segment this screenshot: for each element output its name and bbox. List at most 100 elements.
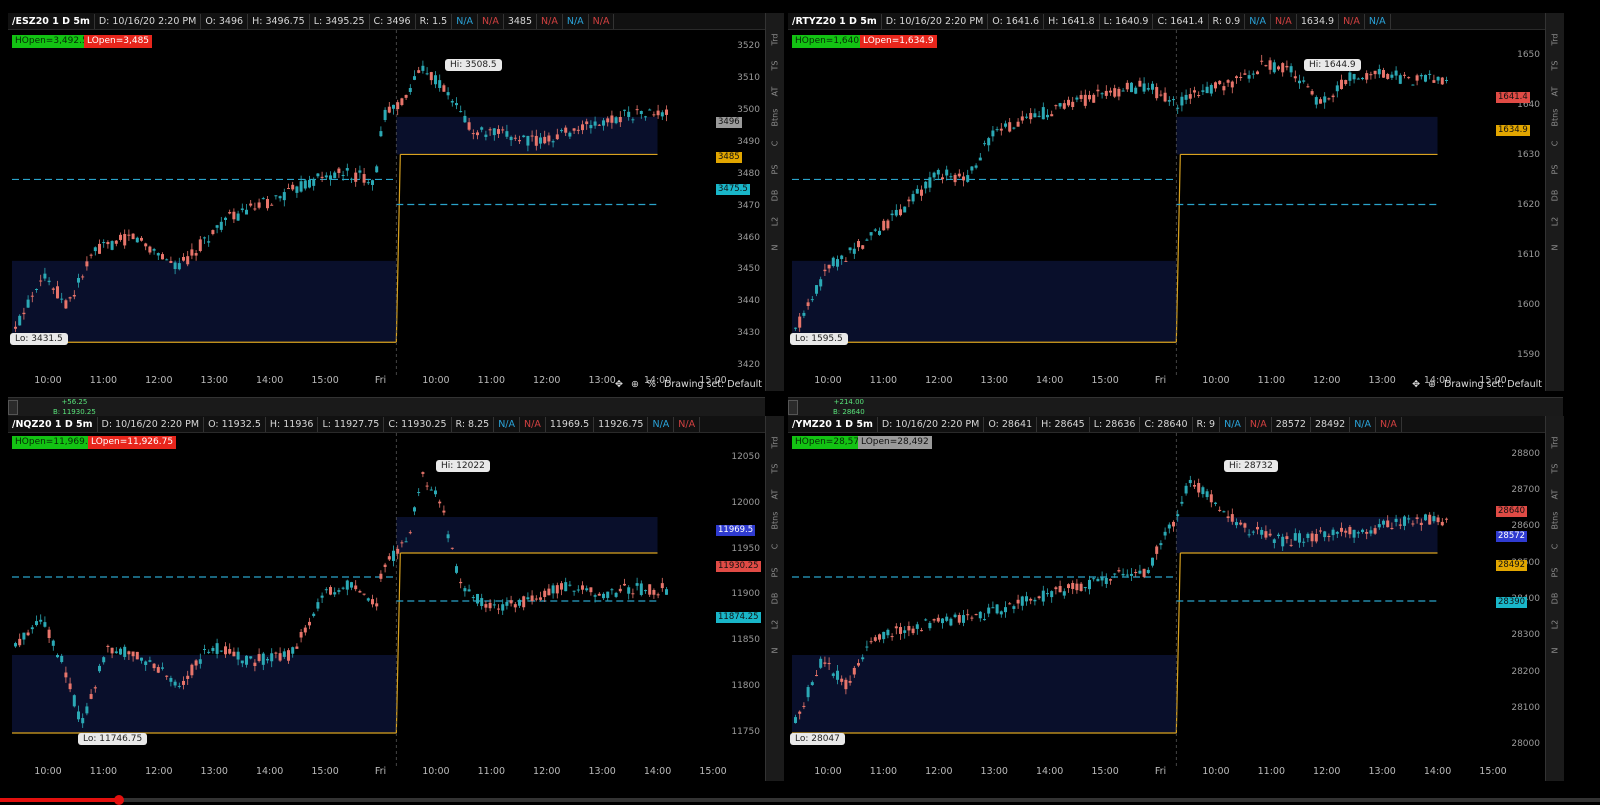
candle-body [463,588,467,592]
side-tab-db[interactable]: DB [1551,187,1560,205]
side-tab-n[interactable]: N [771,642,780,660]
side-tab-btns[interactable]: Btns [771,109,780,127]
candle-body [602,593,605,599]
side-tab-at[interactable]: AT [771,83,780,101]
zoom-icon[interactable]: ⊕ [1428,379,1436,390]
price-chart[interactable] [788,433,1496,766]
candle-body [308,621,311,626]
candle-body [320,595,324,598]
side-tab-l2[interactable]: L2 [771,213,780,231]
info-field: N/A [452,13,479,29]
side-tab-at[interactable]: AT [771,486,780,504]
side-tab-btns[interactable]: Btns [1551,512,1560,530]
side-tab-at[interactable]: AT [1551,486,1560,504]
candle-body [597,124,601,126]
time-tick-label: 12:00 [145,375,173,386]
side-tab-c[interactable]: C [1551,135,1560,153]
price-chart[interactable] [8,433,716,766]
drawing-set-label[interactable]: Drawing set: Default [664,379,762,390]
time-tick-label: 10:00 [1202,375,1230,386]
candle-body [585,121,589,125]
time-tick-label: 14:00 [643,766,672,777]
side-tab-ps[interactable]: PS [1551,564,1560,582]
side-tab-ts[interactable]: TS [1551,460,1560,478]
side-tab-ts[interactable]: TS [1551,57,1560,75]
side-tab-trd[interactable]: Trd [1551,31,1560,49]
side-tab-ts[interactable]: TS [771,460,780,478]
candle-body [983,143,986,145]
side-tab-c[interactable]: C [1551,538,1560,556]
symbol-selector[interactable] [788,399,798,415]
info-field: N/A [478,13,504,29]
candle-body [396,102,400,110]
info-field[interactable]: /ESZ20 1 D 5m [8,13,95,29]
pan-icon[interactable]: ✥ [1412,379,1420,390]
candle-body [823,662,827,664]
side-tab-trd[interactable]: Trd [771,31,780,49]
info-field: C: 28640 [1140,416,1193,432]
candle-body [810,299,814,301]
side-tab-ps[interactable]: PS [771,564,780,582]
side-tab-db[interactable]: DB [771,187,780,205]
symbol-selector[interactable] [8,399,18,415]
candle-body [261,653,265,665]
side-tab-db[interactable]: DB [771,590,780,608]
candle-body [64,672,68,678]
zoom-icon[interactable]: ⊕ [631,379,639,390]
candle-body [848,247,852,251]
candle-body [665,109,668,115]
side-tab-db[interactable]: DB [1551,590,1560,608]
info-field[interactable]: /NQZ20 1 D 5m [8,416,98,432]
price-chart[interactable] [788,30,1496,375]
candle-body [656,594,660,596]
side-tab-c[interactable]: C [771,135,780,153]
candle-body [1172,521,1175,527]
info-field[interactable]: /YMZ20 1 D 5m [788,416,878,432]
side-tab-n[interactable]: N [771,239,780,257]
candle-body [1428,514,1432,525]
drawing-set-label[interactable]: Drawing set: Default [1444,379,1542,390]
progress-bar[interactable] [0,795,1600,805]
side-tab-ps[interactable]: PS [771,161,780,179]
side-tab-btns[interactable]: Btns [1551,109,1560,127]
pan-icon[interactable]: ✥ [615,379,623,390]
candle-body [1230,81,1234,88]
side-tab-trd[interactable]: Trd [1551,434,1560,452]
side-tab-n[interactable]: N [1551,642,1560,660]
candle-body [93,687,97,689]
candle-body [194,253,198,256]
chart-toolbar-ym: +214.00 B: 28640 [788,397,1563,417]
progress-handle[interactable] [114,795,124,805]
side-tab-c[interactable]: C [771,538,780,556]
side-tab-l2[interactable]: L2 [1551,213,1560,231]
candle-body [635,583,639,586]
time-tick-label: 14:00 [1035,766,1064,777]
candle-body [102,657,106,663]
time-axis: 10:00 11:00 12:00 13:00 14:00 15:00 Fri 10:00 11… [8,766,726,780]
candle-body [941,618,944,624]
side-tab-n[interactable]: N [1551,239,1560,257]
candle-body [341,587,345,589]
side-tab-ts[interactable]: TS [771,57,780,75]
candle-body [245,209,248,215]
side-tab-at[interactable]: AT [1551,83,1560,101]
candle-body [894,209,898,216]
candle-body [366,182,370,184]
candle-body [949,176,953,178]
side-tab-ps[interactable]: PS [1551,161,1560,179]
change-value: +214.00 [833,397,864,406]
candle-body [30,295,34,297]
side-tab-trd[interactable]: Trd [771,434,780,452]
candle-body [1037,115,1041,117]
candle-body [114,651,118,654]
percent-toggle[interactable]: % [647,379,656,390]
candle-body [915,624,919,629]
side-tab-l2[interactable]: L2 [1551,616,1560,634]
info-field[interactable]: /RTYZ20 1 D 5m [788,13,882,29]
candle-body [194,660,198,666]
side-tab-l2[interactable]: L2 [771,616,780,634]
price-chart[interactable] [8,30,716,375]
time-tick-label: 11:00 [477,766,506,777]
candle-body [1272,62,1276,73]
side-tab-btns[interactable]: Btns [771,512,780,530]
